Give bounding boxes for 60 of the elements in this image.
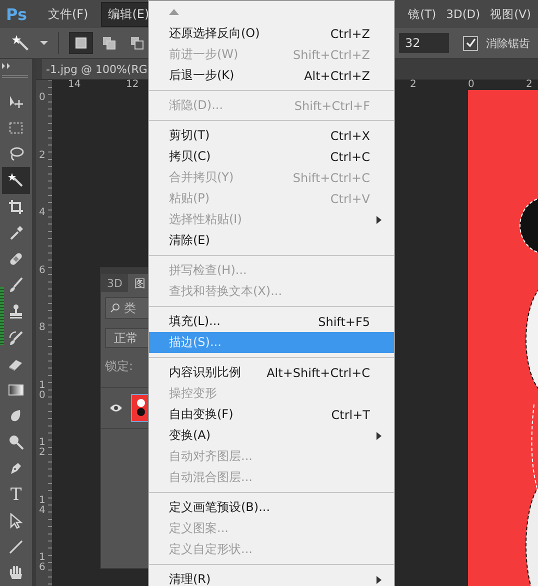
stamp-icon [8,303,24,320]
ruler-label: 10 [39,380,46,402]
overlapping-squares-icon [102,36,116,50]
subtract-squares-icon [130,36,144,50]
collapse-arrows-icon[interactable] [2,63,12,69]
menu-item[interactable]: 自由变换(F) Ctrl+T [149,404,394,425]
ruler-label: 6 [39,266,46,278]
lasso-icon [8,146,24,162]
menu-item[interactable]: 变换(A) [149,425,394,446]
history-brush-icon [8,330,24,346]
square-icon [74,36,88,50]
ruler-label: 2 [526,79,532,90]
ruler-label: 12 [126,79,139,90]
checkbox-label: 消除锯齿 [486,36,530,50]
ruler-label: 2 [410,79,416,90]
menu-item[interactable]: 内容识别比例 Alt+Shift+Ctrl+C [149,362,394,383]
dodge-icon [8,434,24,450]
ruler-label: 4 [39,208,46,220]
ruler-label: 0 [468,79,474,90]
panel-tab[interactable]: 3D [101,274,128,292]
magic-wand-icon[interactable] [12,34,30,52]
menu-bar-item[interactable]: 3D(D) [441,2,486,26]
crop-icon [8,198,24,215]
move-arrow-icon [8,94,24,110]
lock-label: 锁定: [105,358,134,375]
gradient-icon [8,382,24,398]
caret-icon[interactable] [40,39,48,47]
app-logo: Ps [6,4,27,24]
ruler-label: 2 [39,150,46,162]
eye-icon[interactable] [109,403,123,413]
brush-icon [8,277,24,294]
menu-bar-item[interactable]: 视图(V) [485,2,536,26]
ruler-label: 14 [68,79,81,90]
tolerance-field[interactable]: 32 [399,33,449,53]
panel-edge [0,287,4,345]
menu-item[interactable]: 定义画笔预设(B)... [149,497,394,518]
ruler-label: 0 [39,93,46,105]
ruler-label: 8 [39,323,46,335]
menu-bar-item[interactable]: 镜(T) [403,2,442,26]
search-icon [110,303,120,313]
menu-item[interactable]: 清理(R) [149,569,394,586]
grip-icon[interactable] [2,75,28,78]
menu-bar-item[interactable]: 文件(F) [40,2,96,26]
checkbox[interactable] [463,36,478,50]
eyedropper-icon [8,224,24,241]
hand-icon [8,565,24,582]
menu-item[interactable]: 清除(E) [149,230,394,251]
selection-mode-button[interactable] [69,32,93,54]
tool-button[interactable] [2,167,30,194]
line-icon [8,538,24,555]
pen-icon [8,460,24,476]
ruler-label: 14 [39,496,46,518]
tool-button[interactable]: T [2,481,30,508]
ruler-label: 16 [39,553,46,575]
ruler-label: 12 [39,438,46,460]
menu-item[interactable]: 拷贝(C) Ctrl+C [149,146,394,167]
marquee-icon [8,120,24,136]
cursor-arrow-icon [8,512,24,529]
magic-wand-icon [8,172,24,188]
menu-item[interactable]: 剪切(T) Ctrl+X [149,125,394,146]
